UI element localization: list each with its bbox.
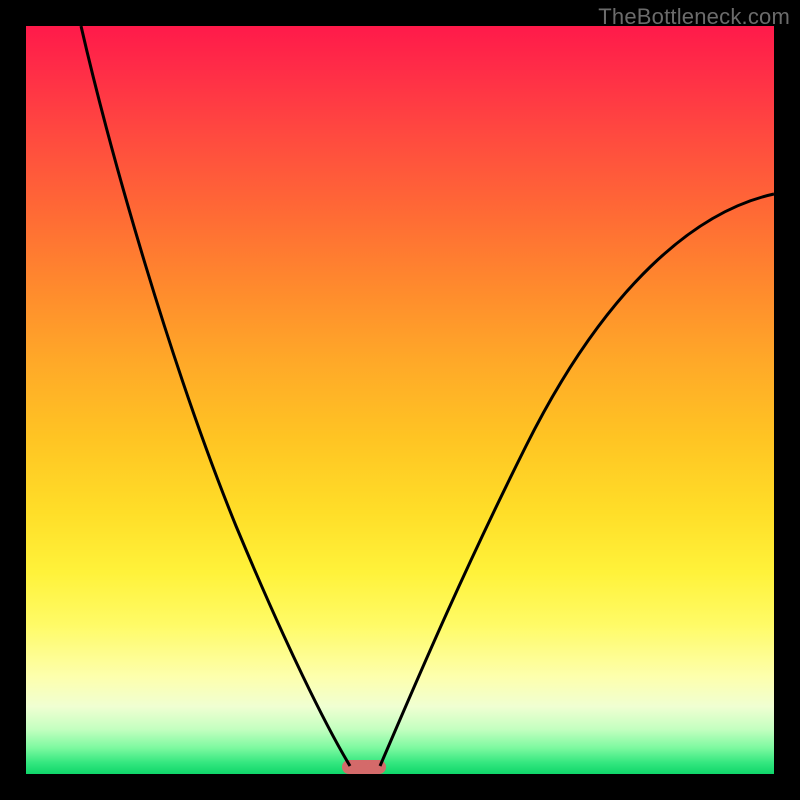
curve-left-branch <box>81 26 350 766</box>
chart-curves <box>26 26 774 774</box>
curve-right-branch <box>380 194 774 766</box>
watermark-text: TheBottleneck.com <box>598 4 790 30</box>
